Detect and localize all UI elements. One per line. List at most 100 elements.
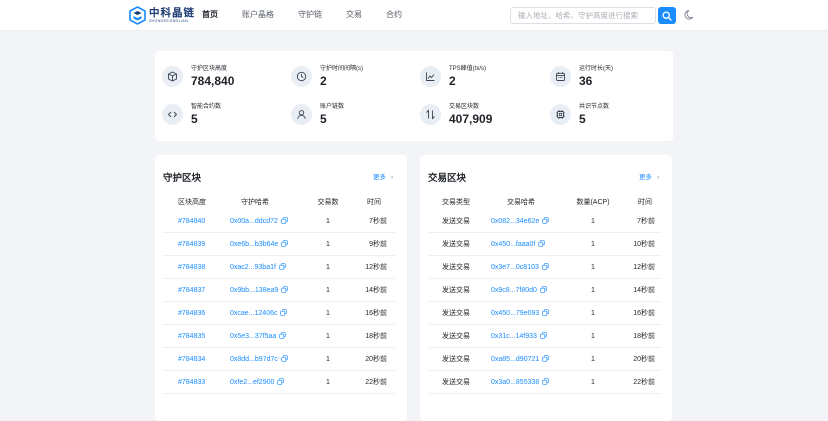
copy-icon[interactable] xyxy=(280,309,288,316)
guard-hash-link-text[interactable]: 0x5e3...37f5aa xyxy=(230,333,276,340)
tx-hash-link-text[interactable]: 0x9c8...7f80d0 xyxy=(491,287,537,294)
nav-contracts[interactable]: 合约 xyxy=(386,10,402,20)
nav-transactions[interactable]: 交易 xyxy=(346,10,362,20)
tx-type: 发送交易 xyxy=(442,302,470,325)
tx-time-text: 20秒前 xyxy=(633,356,655,363)
guard-hash-link-text[interactable]: 0x8dd...b97d7c xyxy=(230,356,278,363)
tx-count-text: 1 xyxy=(326,333,330,340)
stat-tps-peak: TPS峰值(tx/s) 2 xyxy=(420,65,486,88)
guard-hash-link-text[interactable]: 0xfe2...ef2900 xyxy=(230,379,274,386)
guard-hash-link[interactable]: 0xfe2...ef2900 xyxy=(230,371,285,394)
copy-icon[interactable] xyxy=(281,286,288,293)
panel-title: 守护区块 xyxy=(163,173,202,184)
block-height-link-text[interactable]: #784837 xyxy=(178,287,205,294)
block-height-link[interactable]: #784836 xyxy=(178,302,205,325)
guard-hash-link-text[interactable]: 0x9bb...138ea9 xyxy=(230,287,278,294)
block-height-link-text[interactable]: #784839 xyxy=(178,241,205,248)
code-icon xyxy=(167,111,178,118)
table-row: #784840 0x00a...ddcd72 1 7秒前 xyxy=(163,210,396,233)
guard-hash-link[interactable]: 0x5e3...37f5aa xyxy=(230,325,286,348)
copy-icon[interactable] xyxy=(540,332,547,339)
tx-hash-link[interactable]: 0x450...faaa0f xyxy=(491,233,546,256)
block-height-link-text[interactable]: #784838 xyxy=(178,264,205,271)
nav-home[interactable]: 首页 xyxy=(202,10,218,20)
block-height-link[interactable]: #784835 xyxy=(178,325,205,348)
block-height-link[interactable]: #784839 xyxy=(178,233,205,256)
guard-hash-link[interactable]: 0x8dd...b97d7c xyxy=(230,348,288,371)
table-row: 发送交易 0x3a0...855338 1 22秒前 xyxy=(428,371,661,394)
block-height-link[interactable]: #784834 xyxy=(178,348,205,371)
table-row: #784834 0x8dd...b97d7c 1 20秒前 xyxy=(163,348,396,371)
tx-hash-link[interactable]: 0x450...79e093 xyxy=(491,302,549,325)
column-header: 交易类型 xyxy=(442,199,470,206)
search-input[interactable] xyxy=(510,7,656,24)
copy-icon[interactable] xyxy=(277,378,285,385)
search-button[interactable] xyxy=(658,7,676,24)
guard-hash-link[interactable]: 0xcae...12406c xyxy=(230,302,288,325)
tx-hash-link-text[interactable]: 0x3a0...855338 xyxy=(491,379,539,386)
tx-count: 1 xyxy=(305,210,351,233)
tx-hash-link-text[interactable]: 0xa85...d90721 xyxy=(491,356,539,363)
copy-icon[interactable] xyxy=(279,263,286,270)
copy-icon[interactable] xyxy=(281,217,288,224)
tx-hash-link-text[interactable]: 0x3e7...0c8103 xyxy=(491,264,539,271)
tx-count: 1 xyxy=(305,302,351,325)
block-height-link-text[interactable]: #784833 xyxy=(178,379,205,386)
guard-hash-link-text[interactable]: 0x00a...ddcd72 xyxy=(230,218,278,225)
more-label: 更多 xyxy=(639,174,652,181)
tx-hash-link[interactable]: 0x3e7...0c8103 xyxy=(491,256,549,279)
tx-hash-link[interactable]: 0x082...34e62e xyxy=(491,210,549,233)
copy-icon[interactable] xyxy=(538,240,546,247)
block-height-link-text[interactable]: #784840 xyxy=(178,218,205,225)
copy-icon[interactable] xyxy=(542,378,549,385)
tx-hash-link-text[interactable]: 0x31c...14f933 xyxy=(491,333,537,340)
copy-icon[interactable] xyxy=(540,286,547,293)
guard-more-link[interactable]: 更多 › xyxy=(373,171,393,181)
block-height-link[interactable]: #784833 xyxy=(178,371,205,394)
tx-hash-link[interactable]: 0x9c8...7f80d0 xyxy=(491,279,547,302)
stat-smart-contracts: 智能合约数 5 xyxy=(162,103,221,126)
block-height-link[interactable]: #784840 xyxy=(178,210,205,233)
block-time: 14秒前 xyxy=(349,279,387,302)
copy-icon[interactable] xyxy=(279,332,286,339)
tx-time: 20秒前 xyxy=(618,348,655,371)
tx-hash-link-text[interactable]: 0x082...34e62e xyxy=(491,218,539,225)
stat-label: TPS峰值(tx/s) xyxy=(449,66,486,72)
stat-value: 2 xyxy=(320,74,327,88)
table-row: 发送交易 0x9c8...7f80d0 1 14秒前 xyxy=(428,279,661,302)
block-height-link-text[interactable]: #784835 xyxy=(178,333,205,340)
copy-icon[interactable] xyxy=(542,263,549,270)
block-height-link-text[interactable]: #784834 xyxy=(178,356,205,363)
block-height-link-text[interactable]: #784836 xyxy=(178,310,205,317)
block-time-text: 18秒前 xyxy=(365,333,387,340)
tx-more-link[interactable]: 更多 › xyxy=(639,171,659,181)
guard-hash-link-text[interactable]: 0xcae...12406c xyxy=(230,310,277,317)
tx-hash-link[interactable]: 0x3a0...855338 xyxy=(491,371,549,394)
block-height-link[interactable]: #784837 xyxy=(178,279,205,302)
tx-amount-text: 1 xyxy=(591,356,595,363)
tx-time: 12秒前 xyxy=(618,256,655,279)
nav-guard-chain[interactable]: 守护链 xyxy=(298,10,322,20)
tx-hash-link[interactable]: 0xa85...d90721 xyxy=(491,348,549,371)
guard-hash-link[interactable]: 0xe6b...b3b64e xyxy=(230,233,288,256)
copy-icon[interactable] xyxy=(281,355,288,362)
tx-type: 发送交易 xyxy=(442,348,470,371)
nav-account-lattice[interactable]: 账户晶格 xyxy=(242,10,274,20)
copy-icon[interactable] xyxy=(542,355,549,362)
guard-hash-link-text[interactable]: 0xe6b...b3b64e xyxy=(230,241,278,248)
moon-icon[interactable] xyxy=(684,9,696,21)
table-row: #784833 0xfe2...ef2900 1 22秒前 xyxy=(163,371,396,394)
guard-hash-link[interactable]: 0x00a...ddcd72 xyxy=(230,210,288,233)
tx-count: 1 xyxy=(305,256,351,279)
tx-hash-link-text[interactable]: 0x450...79e093 xyxy=(491,310,539,317)
guard-hash-link-text[interactable]: 0xac2...93ba1f xyxy=(230,264,276,271)
copy-icon[interactable] xyxy=(281,240,288,247)
block-height-link[interactable]: #784838 xyxy=(178,256,205,279)
guard-hash-link[interactable]: 0x9bb...138ea9 xyxy=(230,279,288,302)
copy-icon[interactable] xyxy=(542,217,549,224)
copy-icon[interactable] xyxy=(542,309,549,316)
tx-hash-link-text[interactable]: 0x450...faaa0f xyxy=(491,241,535,248)
logo[interactable]: 中科晶链 ZHONGKEJINGLIAN xyxy=(129,6,195,25)
tx-hash-link[interactable]: 0x31c...14f933 xyxy=(491,325,547,348)
guard-hash-link[interactable]: 0xac2...93ba1f xyxy=(230,256,286,279)
